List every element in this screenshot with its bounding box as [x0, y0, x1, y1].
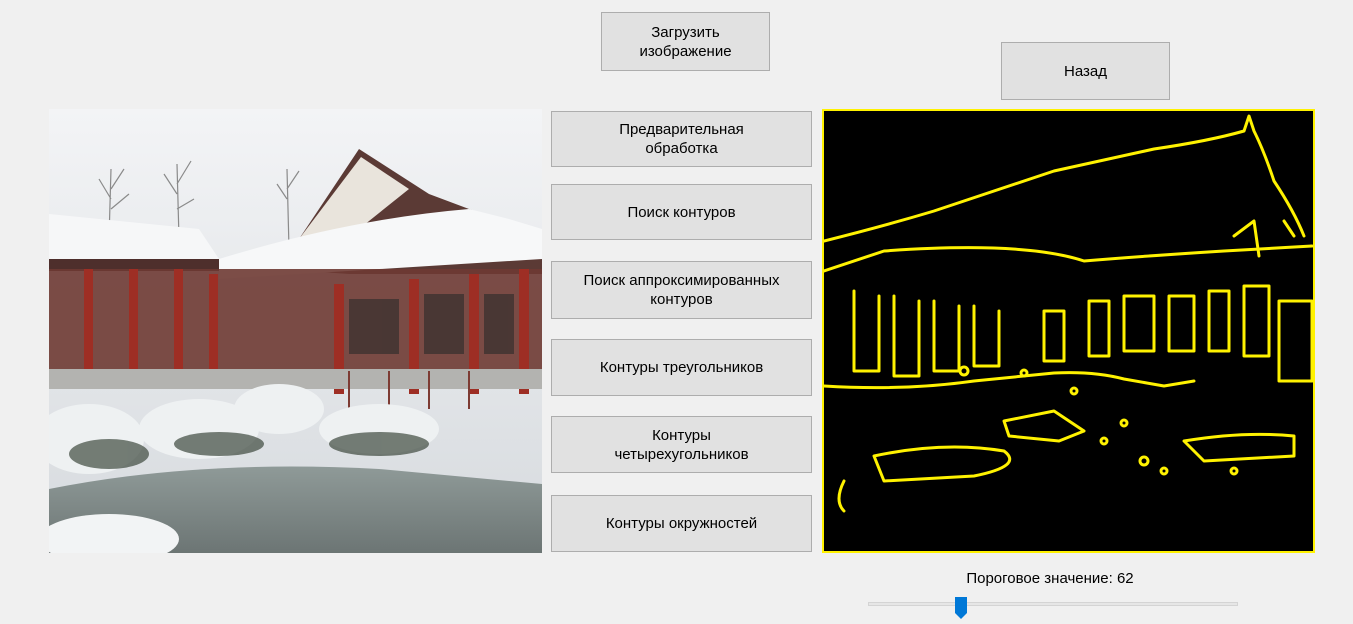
threshold-label: Пороговое значение: 62: [966, 570, 1134, 587]
find-contours-button[interactable]: Поиск контуров: [551, 184, 812, 240]
preprocessing-button[interactable]: Предварительная обработка: [551, 111, 812, 167]
contour-result-image: [822, 109, 1315, 553]
load-image-button[interactable]: Загрузить изображение: [601, 12, 770, 71]
source-image: [49, 109, 542, 553]
threshold-slider-thumb[interactable]: [954, 596, 968, 620]
circle-contours-button[interactable]: Контуры окружностей: [551, 495, 812, 552]
find-approx-contours-button[interactable]: Поиск аппроксимированных контуров: [551, 261, 812, 319]
quad-contours-button[interactable]: Контуры четырехугольников: [551, 416, 812, 473]
triangle-contours-button[interactable]: Контуры треугольников: [551, 339, 812, 396]
threshold-slider-track[interactable]: [868, 602, 1238, 606]
back-button[interactable]: Назад: [1001, 42, 1170, 100]
